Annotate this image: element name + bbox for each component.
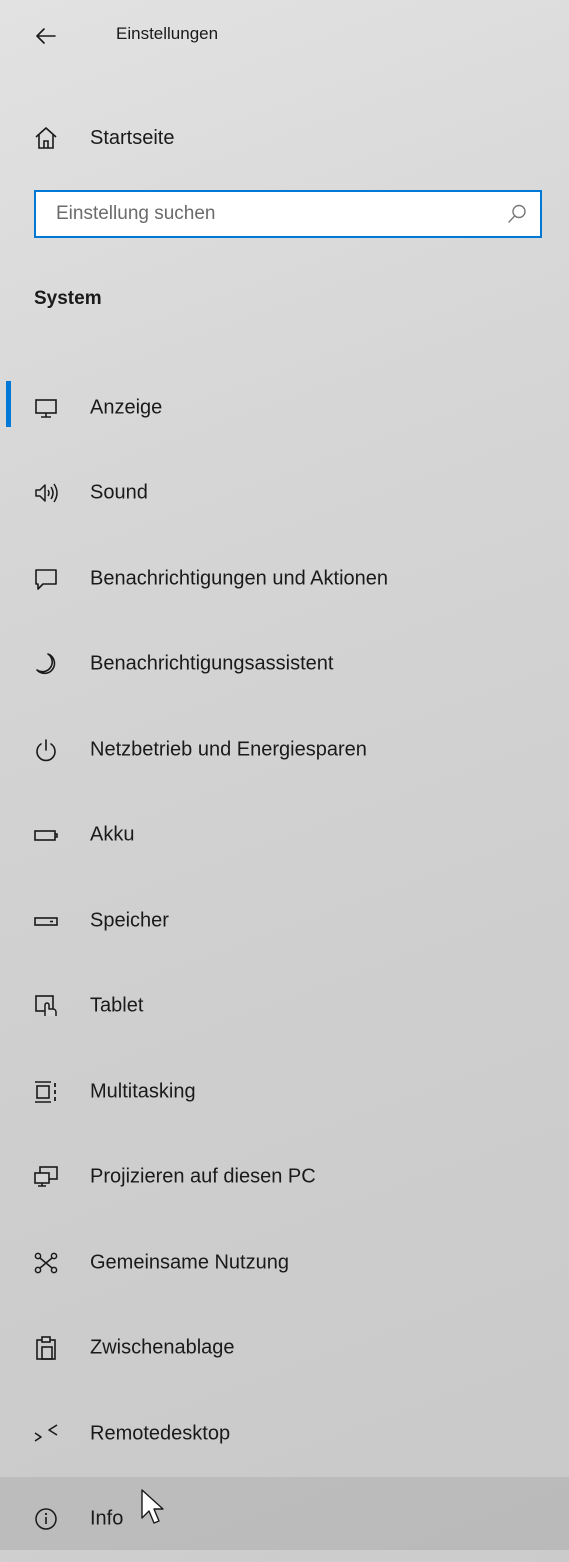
nav-item-label: Tablet bbox=[90, 995, 143, 1018]
nav-item-label: Gemeinsame Nutzung bbox=[90, 1251, 289, 1274]
nav-home[interactable]: Startseite bbox=[0, 110, 569, 166]
system-nav-list: Anzeige Sound Benachrichtigungen und Akt… bbox=[0, 365, 569, 1562]
info-icon bbox=[32, 1505, 60, 1533]
mouse-cursor-icon bbox=[140, 1488, 166, 1528]
storage-icon bbox=[32, 907, 60, 935]
share-icon bbox=[32, 1249, 60, 1277]
nav-item-anzeige[interactable]: Anzeige bbox=[0, 365, 569, 451]
app-title: Einstellungen bbox=[116, 24, 218, 44]
nav-item-zwischenablage[interactable]: Zwischenablage bbox=[0, 1306, 569, 1392]
nav-item-label: Projizieren auf diesen PC bbox=[90, 1166, 316, 1189]
nav-item-info[interactable]: Info bbox=[0, 1477, 569, 1562]
nav-item-label: Netzbetrieb und Energiesparen bbox=[90, 738, 367, 761]
nav-item-label: Speicher bbox=[90, 909, 169, 932]
moon-icon bbox=[32, 650, 60, 678]
search-input[interactable] bbox=[36, 192, 496, 236]
title-bar: Einstellungen bbox=[0, 0, 569, 70]
nav-item-remotedesktop[interactable]: Remotedesktop bbox=[0, 1391, 569, 1477]
monitor-icon bbox=[32, 394, 60, 422]
nav-item-akku[interactable]: Akku bbox=[0, 793, 569, 879]
nav-item-label: Info bbox=[90, 1508, 123, 1531]
remote-desktop-icon bbox=[32, 1420, 60, 1448]
project-icon bbox=[32, 1163, 60, 1191]
nav-item-label: Zwischenablage bbox=[90, 1337, 235, 1360]
speaker-icon bbox=[32, 479, 60, 507]
notification-icon bbox=[32, 565, 60, 593]
nav-item-label: Benachrichtigungsassistent bbox=[90, 653, 333, 676]
section-title: System bbox=[34, 288, 102, 310]
nav-item-gemeinsame-nutzung[interactable]: Gemeinsame Nutzung bbox=[0, 1220, 569, 1306]
arrow-left-icon bbox=[35, 25, 57, 47]
nav-item-tablet[interactable]: Tablet bbox=[0, 964, 569, 1050]
nav-item-label: Sound bbox=[90, 482, 148, 505]
nav-item-multitasking[interactable]: Multitasking bbox=[0, 1049, 569, 1135]
nav-item-netzbetrieb[interactable]: Netzbetrieb und Energiesparen bbox=[0, 707, 569, 793]
nav-item-label: Akku bbox=[90, 824, 134, 847]
back-button[interactable] bbox=[22, 18, 70, 54]
tablet-icon bbox=[32, 992, 60, 1020]
nav-item-label: Multitasking bbox=[90, 1080, 196, 1103]
search-icon[interactable] bbox=[506, 203, 528, 225]
battery-icon bbox=[32, 821, 60, 849]
nav-item-label: Anzeige bbox=[90, 396, 162, 419]
nav-item-benachrichtigungen[interactable]: Benachrichtigungen und Aktionen bbox=[0, 536, 569, 622]
home-icon bbox=[32, 124, 60, 152]
nav-item-benachrichtigungsassistent[interactable]: Benachrichtigungsassistent bbox=[0, 622, 569, 708]
search-box[interactable] bbox=[34, 190, 542, 238]
power-icon bbox=[32, 736, 60, 764]
clipboard-icon bbox=[32, 1334, 60, 1362]
nav-home-label: Startseite bbox=[90, 127, 174, 150]
multitasking-icon bbox=[32, 1078, 60, 1106]
nav-item-sound[interactable]: Sound bbox=[0, 451, 569, 537]
nav-item-label: Benachrichtigungen und Aktionen bbox=[90, 567, 388, 590]
nav-item-label: Remotedesktop bbox=[90, 1422, 230, 1445]
nav-item-speicher[interactable]: Speicher bbox=[0, 878, 569, 964]
nav-item-projizieren[interactable]: Projizieren auf diesen PC bbox=[0, 1135, 569, 1221]
